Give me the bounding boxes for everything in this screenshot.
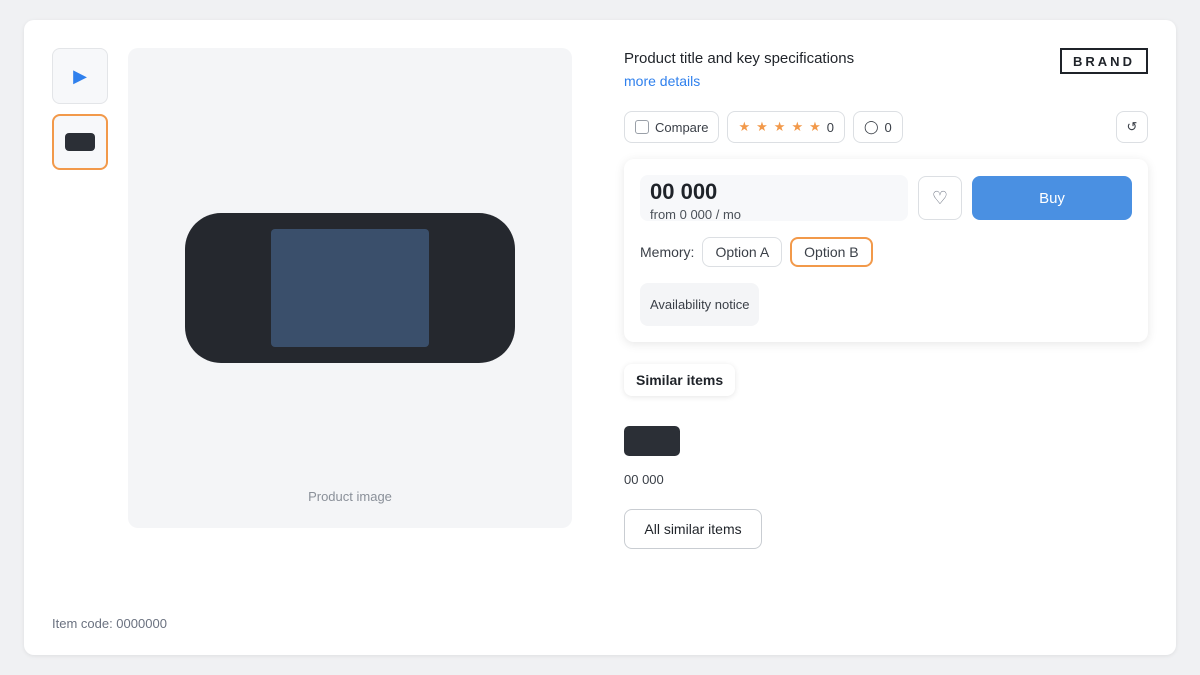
availability-notice: Availability notice <box>640 283 760 326</box>
price-row: 00 000 from 0 000 / mo ♡ Buy <box>640 175 1132 222</box>
buy-button[interactable]: Buy <box>972 176 1132 220</box>
video-thumbnail[interactable]: ▶ <box>52 48 108 104</box>
related-thumbnail <box>624 426 680 456</box>
action-bar: Compare ★ ★ ★ ★ ★ 0 ◯ 0 ↺ <box>624 111 1148 143</box>
title-block: Product title and key specifications mor… <box>624 48 1024 91</box>
product-thumbnail-image <box>65 133 95 151</box>
star-icon: ★ <box>756 119 768 134</box>
price-amount: 00 000 <box>650 179 718 204</box>
sku-code: Item code: 0000000 <box>52 616 167 631</box>
product-info: Product title and key specifications mor… <box>624 48 1148 549</box>
heart-icon: ♡ <box>931 187 949 208</box>
star-icon: ★ <box>773 119 786 134</box>
thumbnail-list: ▶ <box>52 48 108 180</box>
compare-button[interactable]: Compare <box>624 111 720 143</box>
related-price: 00 000 <box>624 472 664 487</box>
compare-label: Compare <box>655 119 709 135</box>
option-b[interactable]: Option B <box>790 237 873 267</box>
image-thumbnail[interactable] <box>52 114 108 170</box>
star-icon: ★ <box>809 119 821 134</box>
product-title: Product title and key specifications <box>624 50 855 67</box>
title-row: Product title and key specifications mor… <box>624 48 1148 91</box>
related-item[interactable]: 00 000 <box>624 426 744 487</box>
compare-checkbox[interactable] <box>635 120 649 134</box>
product-gallery: ▶ Product image <box>52 48 572 608</box>
brand-logo[interactable]: BRAND <box>1060 48 1148 74</box>
related-tab[interactable]: Similar items <box>624 364 735 396</box>
rating-button[interactable]: ★ ★ ★ ★ ★ 0 <box>727 111 845 143</box>
share-button[interactable]: ↺ <box>1116 111 1148 143</box>
main-product-image[interactable]: Product image <box>128 48 572 528</box>
comment-icon: ◯ <box>863 119 879 134</box>
star-icon: ★ <box>738 119 751 134</box>
option-label: Memory: <box>640 244 695 260</box>
rating-count: 0 <box>826 119 834 135</box>
product-card: ▶ Product image Item code: 0000000 Produ… <box>24 20 1176 655</box>
play-icon: ▶ <box>73 65 87 86</box>
image-caption: Product image <box>308 489 392 504</box>
product-illustration <box>185 213 515 363</box>
all-related-button[interactable]: All similar items <box>624 509 762 549</box>
price-block: 00 000 from 0 000 / mo <box>640 175 908 222</box>
product-screen-illustration <box>271 229 429 347</box>
share-icon: ↺ <box>1126 119 1138 134</box>
option-selector: Memory: Option A Option B <box>640 237 1132 267</box>
price-card: 00 000 from 0 000 / mo ♡ Buy Memory: Opt… <box>624 159 1148 342</box>
installment-text: from 0 000 / mo <box>650 207 742 222</box>
reviews-button[interactable]: ◯ 0 <box>852 111 903 143</box>
reviews-count: 0 <box>884 119 892 135</box>
option-a[interactable]: Option A <box>702 237 783 267</box>
star-icon: ★ <box>791 119 804 134</box>
favorite-button[interactable]: ♡ <box>918 176 962 220</box>
more-details-link[interactable]: more details <box>624 73 700 89</box>
